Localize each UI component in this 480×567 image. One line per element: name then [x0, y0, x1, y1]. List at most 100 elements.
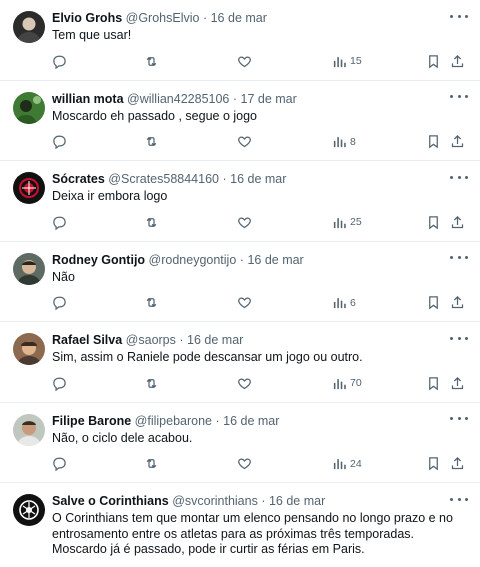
retweet-button[interactable]: [144, 295, 159, 311]
author-name[interactable]: willian mota: [52, 92, 124, 106]
views-button[interactable]: 70: [332, 375, 362, 391]
author-name[interactable]: Rafael Silva: [52, 333, 122, 347]
share-button[interactable]: [450, 134, 465, 150]
author-handle[interactable]: @filipebarone: [135, 414, 212, 428]
author-name[interactable]: Rodney Gontijo: [52, 253, 145, 267]
like-button[interactable]: [237, 134, 252, 150]
views-chart-icon: [333, 217, 346, 228]
author-handle[interactable]: @Scrates58844160: [108, 172, 219, 186]
heart-icon: [238, 216, 251, 228]
tweet-actions: 24: [52, 456, 466, 472]
views-button[interactable]: 15: [332, 53, 362, 69]
views-button[interactable]: 6: [332, 295, 356, 311]
tweet-date[interactable]: 16 de mar: [230, 172, 286, 186]
like-button[interactable]: [237, 214, 252, 230]
more-options-icon[interactable]: [450, 170, 468, 184]
share-button[interactable]: [450, 295, 465, 311]
bookmark-icon: [429, 215, 438, 229]
author-handle[interactable]: @svcorinthians: [172, 494, 258, 508]
tweet[interactable]: Rodney Gontijo @rodneygontijo · 16 de ma…: [0, 242, 480, 322]
bookmark-icon: [429, 135, 438, 149]
author-name[interactable]: Elvio Grohs: [52, 11, 122, 25]
avatar[interactable]: [13, 252, 45, 285]
author-name[interactable]: Filipe Barone: [52, 414, 131, 428]
tweet-text: Sim, assim o Raniele pode descansar um j…: [52, 350, 363, 364]
reply-button[interactable]: [52, 214, 67, 230]
views-button[interactable]: 8: [332, 134, 356, 150]
tweet-date[interactable]: 16 de mar: [223, 414, 279, 428]
bookmark-button[interactable]: [426, 295, 441, 311]
bookmark-button[interactable]: [426, 214, 441, 230]
avatar[interactable]: [13, 172, 45, 204]
retweet-icon: [146, 217, 157, 227]
tweet[interactable]: Salve o Corinthians @svcorinthians · 16 …: [0, 483, 480, 567]
tweet[interactable]: Rafael Silva @saorps · 16 de mar Sim, as…: [0, 322, 480, 403]
more-options-icon[interactable]: [450, 251, 468, 265]
avatar[interactable]: [13, 91, 45, 124]
tweet-date[interactable]: 16 de mar: [269, 494, 325, 508]
retweet-button[interactable]: [144, 53, 159, 69]
author-name[interactable]: Sócrates: [52, 172, 105, 186]
more-options-icon[interactable]: [450, 331, 468, 345]
more-options-icon[interactable]: [450, 412, 468, 426]
share-button[interactable]: [450, 375, 465, 391]
tweet-actions: 15: [52, 53, 466, 69]
bookmark-icon: [429, 54, 438, 68]
author-handle[interactable]: @willian42285106: [127, 92, 229, 106]
reply-button[interactable]: [52, 456, 67, 472]
more-options-icon[interactable]: [450, 9, 468, 23]
separator: ·: [261, 494, 266, 508]
like-button[interactable]: [237, 295, 252, 311]
tweet-header: willian mota @willian42285106 · 17 de ma…: [52, 91, 440, 107]
tweet-date[interactable]: 16 de mar: [211, 11, 267, 25]
tweet-date[interactable]: 16 de mar: [247, 253, 303, 267]
separator: ·: [222, 172, 227, 186]
reply-icon: [53, 377, 66, 391]
retweet-button[interactable]: [144, 134, 159, 150]
retweet-button[interactable]: [144, 375, 159, 391]
author-handle[interactable]: @GrohsElvio: [126, 11, 200, 25]
retweet-button[interactable]: [144, 214, 159, 230]
reply-icon: [53, 216, 66, 230]
like-button[interactable]: [237, 456, 252, 472]
bookmark-button[interactable]: [426, 456, 441, 472]
reply-button[interactable]: [52, 53, 67, 69]
bookmark-button[interactable]: [426, 375, 441, 391]
like-button[interactable]: [237, 53, 252, 69]
heart-icon: [238, 377, 251, 389]
author-handle[interactable]: @saorps: [126, 333, 176, 347]
views-button[interactable]: 25: [332, 214, 362, 230]
more-options-icon[interactable]: [450, 90, 468, 104]
author-name[interactable]: Salve o Corinthians: [52, 494, 169, 508]
tweet[interactable]: willian mota @willian42285106 · 17 de ma…: [0, 81, 480, 161]
tweet-text: Moscardo eh passado , segue o jogo: [52, 108, 257, 123]
tweet-header: Sócrates @Scrates58844160 · 16 de mar: [52, 171, 440, 187]
avatar[interactable]: [13, 494, 45, 526]
author-handle[interactable]: @rodneygontijo: [149, 253, 237, 267]
tweet-date[interactable]: 17 de mar: [241, 92, 297, 106]
tweet-header: Rodney Gontijo @rodneygontijo · 16 de ma…: [52, 252, 440, 268]
avatar[interactable]: [13, 333, 45, 365]
reply-button[interactable]: [52, 375, 67, 391]
share-button[interactable]: [450, 456, 465, 472]
tweet[interactable]: Sócrates @Scrates58844160 · 16 de mar De…: [0, 161, 480, 242]
tweet-date[interactable]: 16 de mar: [187, 333, 243, 347]
tweet[interactable]: Elvio Grohs @GrohsElvio · 16 de mar Tem …: [0, 0, 480, 81]
tweet-text: Deixa ir embora logo: [52, 189, 168, 203]
avatar[interactable]: [13, 413, 45, 446]
like-button[interactable]: [237, 375, 252, 391]
heart-icon: [238, 55, 251, 67]
share-button[interactable]: [450, 53, 465, 69]
separator: ·: [232, 91, 238, 106]
more-options-icon[interactable]: [450, 492, 468, 506]
views-count: 24: [350, 457, 362, 470]
views-button[interactable]: 24: [332, 456, 362, 472]
tweet[interactable]: Filipe Barone @filipebarone · 16 de mar …: [0, 403, 480, 483]
reply-button[interactable]: [52, 134, 67, 150]
bookmark-button[interactable]: [426, 134, 441, 150]
share-button[interactable]: [450, 214, 465, 230]
avatar[interactable]: [13, 11, 45, 43]
retweet-button[interactable]: [144, 456, 159, 472]
reply-button[interactable]: [52, 295, 67, 311]
bookmark-button[interactable]: [426, 53, 441, 69]
